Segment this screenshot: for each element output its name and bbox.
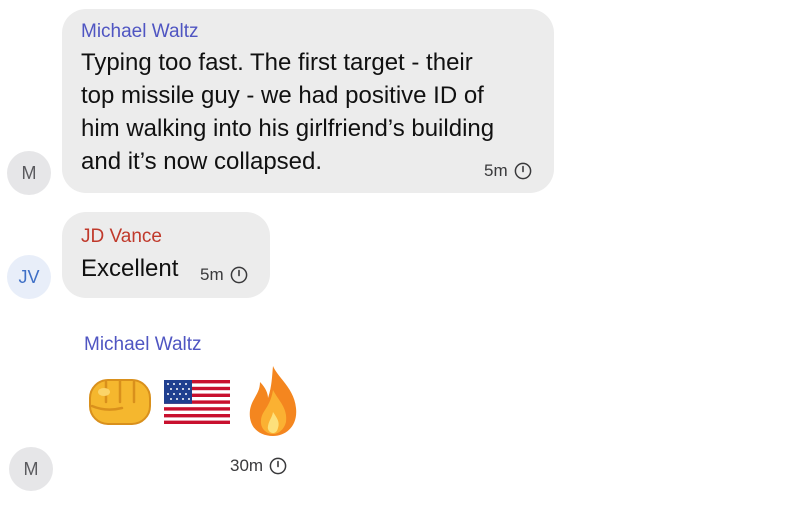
us-flag-emoji (164, 380, 230, 424)
avatar[interactable]: JV (7, 255, 51, 299)
message-timestamp: 5m (200, 265, 248, 285)
message-text-line: and it’s now collapsed. (81, 148, 323, 175)
clock-icon (269, 457, 287, 475)
sender-name[interactable]: JD Vance (81, 226, 162, 248)
message-text-line: Typing too fast. The first target - thei… (81, 49, 473, 76)
message-text-line: him walking into his girlfriend’s buildi… (81, 115, 495, 142)
clock-icon (230, 266, 247, 284)
fire-emoji (249, 366, 297, 436)
sender-name[interactable]: Michael Waltz (81, 21, 199, 43)
message-text-line: top missile guy - we had positive ID of (81, 82, 484, 109)
timestamp-text: 5m (200, 265, 224, 284)
message-timestamp: 30m (230, 456, 287, 476)
avatar[interactable]: M (9, 447, 53, 491)
message-text: Excellent (81, 255, 179, 282)
oncoming-fist-emoji (89, 379, 151, 425)
clock-icon (514, 162, 531, 180)
avatar[interactable]: M (7, 151, 51, 195)
message-timestamp: 5m (484, 161, 532, 181)
sender-name[interactable]: Michael Waltz (84, 334, 202, 356)
timestamp-text: 30m (230, 456, 264, 475)
timestamp-text: 5m (484, 161, 508, 180)
